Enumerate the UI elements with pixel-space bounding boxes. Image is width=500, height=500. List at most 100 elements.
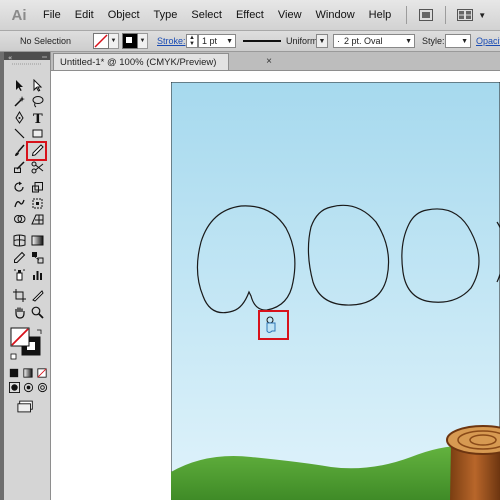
- screen-mode-button[interactable]: [16, 399, 36, 413]
- stroke-dropdown-arrow[interactable]: ▼: [138, 33, 148, 49]
- rotate-tool[interactable]: [10, 180, 28, 195]
- selection-arrow-icon: [15, 80, 23, 91]
- close-icon[interactable]: ×: [264, 56, 274, 67]
- none-button[interactable]: [36, 367, 48, 379]
- zoom-tool[interactable]: [28, 305, 46, 320]
- artboard[interactable]: [171, 82, 500, 500]
- warp-tool[interactable]: [10, 196, 28, 211]
- style-label: Style:: [422, 36, 445, 46]
- menu-file[interactable]: File: [36, 9, 68, 21]
- menu-select[interactable]: Select: [184, 9, 229, 21]
- menu-separator: [445, 6, 447, 24]
- app-logo: Ai: [11, 6, 27, 24]
- magic-wand-icon: [13, 96, 25, 107]
- paintbrush-icon: [14, 144, 25, 156]
- chevron-down-icon: ▼: [405, 37, 412, 45]
- perspective-grid-tool[interactable]: [28, 212, 46, 227]
- brush-definition-field[interactable]: · 2 pt. Oval ▼: [333, 34, 415, 48]
- lasso-tool[interactable]: [28, 94, 46, 109]
- lasso-icon: [32, 96, 43, 108]
- hand-icon: [14, 307, 25, 319]
- direct-selection-tool[interactable]: [28, 78, 46, 93]
- tools-panel-header[interactable]: «: [4, 52, 50, 62]
- svg-text:«: «: [8, 54, 12, 61]
- menu-effect[interactable]: Effect: [229, 9, 271, 21]
- draw-inside-icon: [37, 382, 47, 393]
- tools-panel: « T: [4, 52, 51, 500]
- brush-dot-icon: ·: [337, 36, 340, 46]
- gradient-button[interactable]: [22, 367, 34, 379]
- free-transform-tool[interactable]: [28, 196, 46, 211]
- control-bar: No Selection ▼ ▼ Stroke: ▲ ▼ 1 pt ▼ Unifo…: [0, 31, 500, 52]
- zoom-magnifier-icon: [31, 306, 44, 319]
- stroke-swatch[interactable]: ▼: [122, 31, 148, 51]
- gradient-tool[interactable]: [28, 233, 46, 248]
- menu-type[interactable]: Type: [147, 9, 185, 21]
- shape-builder-icon: [13, 215, 25, 223]
- blend-tool[interactable]: [28, 250, 46, 265]
- mesh-tool[interactable]: [10, 233, 28, 248]
- magic-wand-tool[interactable]: [10, 94, 28, 109]
- blob-brush-icon: [13, 161, 25, 173]
- eyedropper-tool[interactable]: [10, 250, 28, 265]
- column-graph-tool[interactable]: [28, 267, 46, 282]
- slice-tool[interactable]: [28, 288, 46, 303]
- symbol-sprayer-tool[interactable]: [10, 267, 28, 282]
- menu-help[interactable]: Help: [362, 9, 399, 21]
- draw-behind-icon: [23, 382, 33, 393]
- cursor-highlight: [258, 310, 289, 340]
- chevron-down-icon[interactable]: ▼: [478, 11, 486, 20]
- draw-inside-button[interactable]: [36, 381, 48, 394]
- menu-view[interactable]: View: [271, 9, 309, 21]
- stroke-link[interactable]: Stroke:: [157, 31, 186, 51]
- color-button[interactable]: [8, 367, 20, 379]
- fill-stroke-swatches-icon: [10, 327, 42, 360]
- stepper-arrows-icon: ▲ ▼: [189, 35, 195, 47]
- rectangle-tool[interactable]: [28, 126, 46, 141]
- slice-icon: [31, 290, 44, 302]
- artboard-tool[interactable]: [10, 288, 28, 303]
- stroke-weight-field[interactable]: 1 pt ▼: [198, 34, 236, 48]
- menu-object[interactable]: Object: [101, 9, 147, 21]
- arrange-documents-icon[interactable]: [457, 8, 474, 22]
- direct-selection-arrow-icon: [33, 79, 42, 92]
- stroke-profile-preview: [243, 31, 283, 51]
- draw-behind-button[interactable]: [22, 381, 34, 394]
- menu-edit[interactable]: Edit: [68, 9, 101, 21]
- stroke-weight-stepper[interactable]: ▲ ▼: [186, 34, 198, 48]
- blob-brush-tool[interactable]: [10, 160, 28, 175]
- gradient-icon: [31, 235, 43, 246]
- fill-dropdown-arrow[interactable]: ▼: [109, 33, 119, 49]
- bridge-icon[interactable]: [418, 8, 434, 22]
- scissors-tool[interactable]: [28, 160, 46, 175]
- opacity-link[interactable]: Opacit: [476, 31, 500, 51]
- eyedropper-icon: [13, 251, 25, 263]
- column-graph-icon: [32, 271, 42, 280]
- active-tool-highlight: [26, 141, 47, 161]
- pen-nib-icon: [14, 111, 24, 124]
- stroke-profile-label[interactable]: Uniform: [286, 31, 318, 51]
- scissors-icon: [31, 161, 43, 174]
- line-segment-tool[interactable]: [10, 126, 28, 141]
- profile-dropdown[interactable]: ▼: [316, 34, 328, 48]
- pen-tool[interactable]: [10, 110, 28, 125]
- draw-normal-icon: [8, 382, 20, 393]
- none-square-icon: [37, 368, 47, 378]
- tree-stump: [446, 425, 500, 500]
- document-tab[interactable]: Untitled-1* @ 100% (CMYK/Preview): [53, 53, 229, 70]
- mesh-icon: [13, 234, 25, 247]
- hand-tool[interactable]: [10, 305, 28, 320]
- collapse-arrows-icon: «: [8, 54, 47, 62]
- type-tool[interactable]: T: [28, 110, 46, 125]
- fill-stroke-widget[interactable]: [10, 327, 46, 361]
- draw-normal-button[interactable]: [8, 381, 20, 394]
- menu-separator: [406, 6, 408, 24]
- grip-icon: [12, 63, 42, 65]
- graphic-style-swatch[interactable]: ▼: [445, 34, 471, 48]
- fill-swatch[interactable]: ▼: [93, 31, 119, 51]
- menu-window[interactable]: Window: [309, 9, 362, 21]
- selection-tool[interactable]: [10, 78, 28, 93]
- scale-tool[interactable]: [28, 180, 46, 195]
- shape-builder-tool[interactable]: [10, 212, 28, 227]
- warp-icon: [13, 199, 25, 208]
